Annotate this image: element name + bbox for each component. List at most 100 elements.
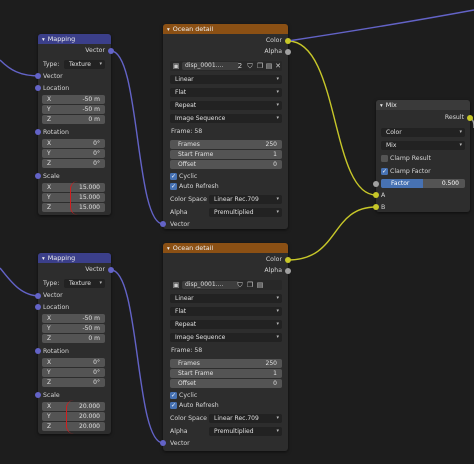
mix-factor-in-socket[interactable] <box>373 181 379 187</box>
collapse-icon[interactable]: ▾ <box>42 254 45 264</box>
extension-dropdown[interactable]: Repeat ▾ <box>170 320 282 329</box>
mapping1-location-socket[interactable] <box>35 85 41 91</box>
type-dropdown[interactable]: Texture ▾ <box>64 60 105 69</box>
duplicate-icon[interactable]: ❐ <box>246 281 254 289</box>
image-datablock[interactable]: ▣ disp_0001.... ⛉ ❐ ▤ <box>170 280 282 290</box>
mapping1-scale-socket[interactable] <box>35 173 41 179</box>
mapping1-vector-in-socket[interactable] <box>35 73 41 79</box>
open-file-icon[interactable]: ▤ <box>256 281 264 289</box>
duplicate-icon[interactable]: ❐ <box>256 62 264 70</box>
ocean2-alpha-out-socket[interactable] <box>285 268 291 274</box>
fake-user-shield-icon[interactable]: ⛉ <box>246 62 254 70</box>
image-name[interactable]: disp_0001.... <box>182 62 239 70</box>
cyclic-checkbox[interactable]: ✓ <box>170 173 177 180</box>
ocean2-vector-in-socket[interactable] <box>160 440 166 446</box>
location-y-field[interactable]: Y -50 m <box>42 324 105 333</box>
mapping2-location-socket[interactable] <box>35 304 41 310</box>
rotation-z-field[interactable]: Z 0° <box>42 159 105 168</box>
rotation-x-field[interactable]: X 0° <box>42 358 105 367</box>
source-dropdown[interactable]: Image Sequence ▾ <box>170 333 282 342</box>
image-name[interactable]: disp_0001.... <box>182 281 239 289</box>
ocean-header[interactable]: ▾ Ocean detail <box>163 24 288 34</box>
close-icon[interactable]: ✕ <box>274 62 282 70</box>
blend-mode-dropdown[interactable]: Mix ▾ <box>381 141 465 150</box>
mix-node[interactable]: ▾ Mix Result Color ▾ Mix ▾ Clamp Result ✓ C… <box>376 100 470 212</box>
mapping2-vector-in-socket[interactable] <box>35 293 41 299</box>
image-datablock[interactable]: ▣ disp_0001.... 2 ⛉ ❐ ▤ ✕ <box>170 61 282 71</box>
rotation-z-field[interactable]: Z 0° <box>42 378 105 387</box>
chevron-down-icon: ▾ <box>459 129 462 135</box>
offset-field[interactable]: Offset 0 <box>170 160 282 169</box>
mix-result-out-socket[interactable] <box>467 115 473 121</box>
mix-header[interactable]: ▾ Mix <box>376 100 470 110</box>
image-icon[interactable]: ▣ <box>172 62 180 70</box>
location-z-field[interactable]: Z0 m <box>42 334 105 343</box>
mapping-header[interactable]: ▾ Mapping <box>38 34 111 44</box>
location-x-field[interactable]: X -50 m <box>42 95 105 104</box>
chevron-down-icon: ▾ <box>276 115 279 121</box>
collapse-icon[interactable]: ▾ <box>42 35 45 45</box>
location-z-field[interactable]: Z0 m <box>42 115 105 124</box>
factor-slider[interactable]: Factor 0.500 <box>381 179 465 188</box>
image-icon[interactable]: ▣ <box>172 281 180 289</box>
projection-dropdown[interactable]: Flat ▾ <box>170 307 282 316</box>
mapping2-scale-socket[interactable] <box>35 392 41 398</box>
chevron-down-icon: ▾ <box>276 415 279 421</box>
color-space-dropdown[interactable]: Linear Rec.709 ▾ <box>209 414 282 423</box>
interpolation-dropdown[interactable]: Linear ▾ <box>170 294 282 303</box>
fake-user-shield-icon[interactable]: ⛉ <box>236 281 244 289</box>
type-dropdown[interactable]: Texture ▾ <box>64 279 105 288</box>
rotation-y-field[interactable]: Y 0° <box>42 368 105 377</box>
ocean-detail-node-2[interactable]: ▾ Ocean detail Color Alpha ▣ disp_0001...… <box>163 243 288 451</box>
ocean1-vector-in-socket[interactable] <box>160 221 166 227</box>
location-y-field[interactable]: Y -50 m <box>42 105 105 114</box>
out-alpha-label: Alpha <box>264 267 282 274</box>
projection-dropdown[interactable]: Flat ▾ <box>170 88 282 97</box>
clamp-result-checkbox[interactable] <box>381 155 388 162</box>
clamp-result-label: Clamp Result <box>390 155 431 162</box>
collapse-icon[interactable]: ▾ <box>167 25 170 35</box>
alpha-label: Alpha <box>170 209 188 216</box>
rotation-x-field[interactable]: X 0° <box>42 139 105 148</box>
frames-field[interactable]: Frames 250 <box>170 140 282 149</box>
open-file-icon[interactable]: ▤ <box>265 62 273 70</box>
auto-refresh-checkbox[interactable]: ✓ <box>170 183 177 190</box>
chevron-down-icon: ▾ <box>276 334 279 340</box>
collapse-icon[interactable]: ▾ <box>380 101 383 111</box>
ocean-header[interactable]: ▾ Ocean detail <box>163 243 288 253</box>
frames-field[interactable]: Frames 250 <box>170 359 282 368</box>
data-type-dropdown[interactable]: Color ▾ <box>381 128 465 137</box>
mapping2-vector-out-socket[interactable] <box>108 267 114 273</box>
color-space-dropdown[interactable]: Linear Rec.709 ▾ <box>209 195 282 204</box>
ocean1-color-out-socket[interactable] <box>285 38 291 44</box>
clamp-factor-checkbox[interactable]: ✓ <box>381 168 388 175</box>
cyclic-checkbox[interactable]: ✓ <box>170 392 177 399</box>
collapse-icon[interactable]: ▾ <box>167 244 170 254</box>
start-frame-field[interactable]: Start Frame 1 <box>170 369 282 378</box>
mix-b-in-socket[interactable] <box>373 204 379 210</box>
auto-refresh-checkbox[interactable]: ✓ <box>170 402 177 409</box>
mapping1-vector-out-socket[interactable] <box>108 48 114 54</box>
mix-a-in-socket[interactable] <box>373 192 379 198</box>
rotation-y-field[interactable]: Y 0° <box>42 149 105 158</box>
offset-field[interactable]: Offset 0 <box>170 379 282 388</box>
mapping2-rotation-socket[interactable] <box>35 348 41 354</box>
ocean-detail-node-1[interactable]: ▾ Ocean detail Color Alpha ▣ disp_0001...… <box>163 24 288 229</box>
chevron-down-icon: ▾ <box>276 321 279 327</box>
chevron-down-icon: ▾ <box>99 61 102 67</box>
alpha-mode-dropdown[interactable]: Premultiplied ▾ <box>209 208 282 217</box>
extension-dropdown[interactable]: Repeat ▾ <box>170 101 282 110</box>
interpolation-dropdown[interactable]: Linear ▾ <box>170 75 282 84</box>
source-dropdown[interactable]: Image Sequence ▾ <box>170 114 282 123</box>
mapping1-rotation-socket[interactable] <box>35 129 41 135</box>
out-color-label: Color <box>265 37 282 44</box>
mapping-header[interactable]: ▾ Mapping <box>38 253 111 263</box>
ocean1-alpha-out-socket[interactable] <box>285 49 291 55</box>
frame-label: Frame: 58 <box>171 128 203 135</box>
location-label: Location <box>43 85 70 92</box>
out-alpha-label: Alpha <box>264 48 282 55</box>
location-x-field[interactable]: X -50 m <box>42 314 105 323</box>
alpha-mode-dropdown[interactable]: Premultiplied ▾ <box>209 427 282 436</box>
start-frame-field[interactable]: Start Frame 1 <box>170 150 282 159</box>
ocean2-color-out-socket[interactable] <box>285 257 291 263</box>
